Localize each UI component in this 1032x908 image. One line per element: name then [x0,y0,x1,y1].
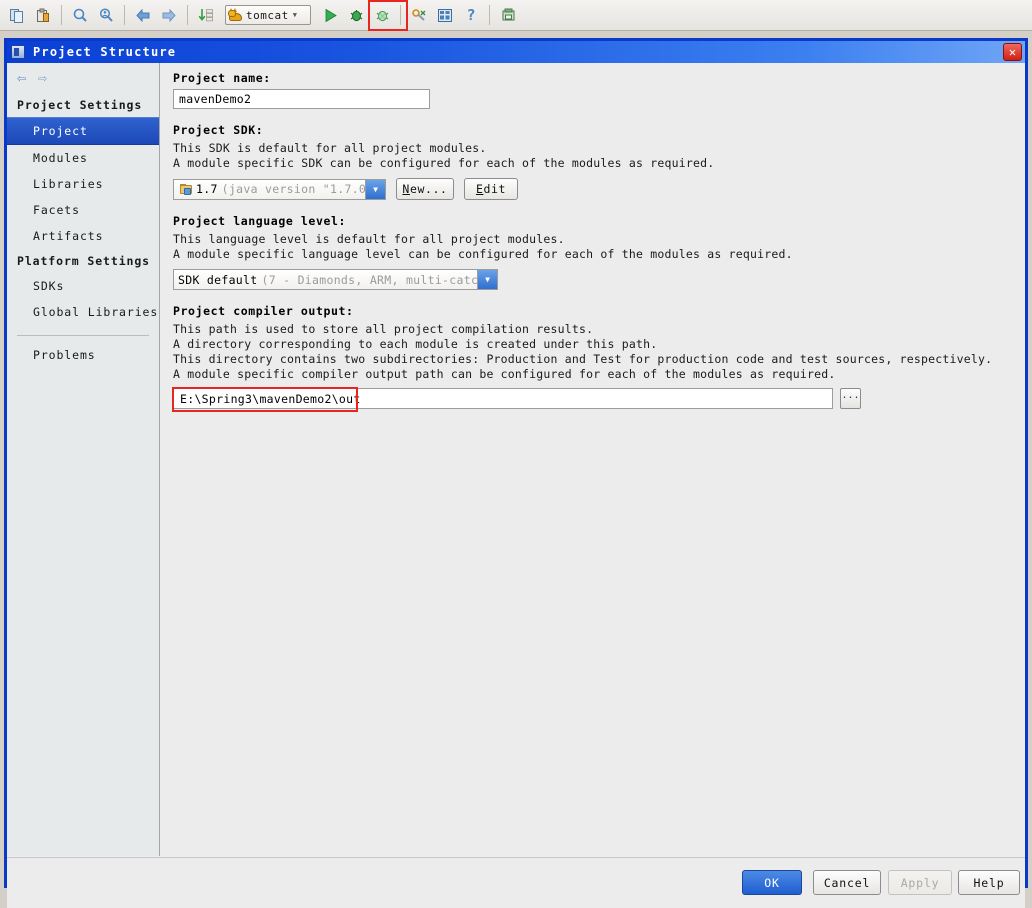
dialog-button-bar: OK Cancel Apply Help [7,857,1025,908]
sdk-edit-button[interactable]: Edit [464,178,518,200]
sort-icon [198,8,213,21]
find-usages-icon [99,7,113,22]
language-level-desc-line-2: A module specific language level can be … [173,247,793,261]
run-configuration-label: tomcat [246,8,289,22]
project-name-label: Project name: [173,71,271,85]
settings-button[interactable] [495,3,521,28]
compiler-output-label: Project compiler output: [173,304,354,318]
dialog-body: ⇦ ⇨ Project Settings Project Modules Lib… [7,63,1025,908]
sdk-edit-button-label: dit [483,182,507,196]
debug-button[interactable] [343,3,369,28]
navigate-forward-icon [162,8,176,22]
compiler-output-path-value: E:\Spring3\mavenDemo2\out [180,391,361,406]
run-button[interactable] [317,3,343,28]
coverage-icon [376,10,388,21]
project-structure-button[interactable] [432,3,458,28]
find-button[interactable] [67,3,93,28]
settings-gear-icon [502,8,514,20]
project-sdk-value: 1.7 [196,182,218,196]
project-settings-panel: Project name: mavenDemo2 Project SDK: Th… [161,63,1025,856]
compiler-output-desc-line-4: A module specific compiler output path c… [173,367,836,381]
sidebar-item-project[interactable]: Project [7,117,159,145]
compiler-output-desc-line-3: This directory contains two subdirectori… [173,352,993,366]
toolbar-separator [489,5,490,25]
debug-icon [350,9,362,21]
sidebar-item-global-libraries[interactable]: Global Libraries [7,299,159,325]
attach-profiler-icon [411,8,425,21]
dialog-app-icon [11,45,25,59]
project-name-input[interactable]: mavenDemo2 [173,89,430,109]
language-level-desc-line-1: This language level is default for all p… [173,232,565,246]
project-structure-icon [438,8,452,22]
navigate-forward-button[interactable] [156,3,182,28]
sidebar-item-sdks[interactable]: SDKs [7,273,159,299]
compiler-output-browse-button[interactable]: ... [840,388,861,409]
sidebar-item-facets[interactable]: Facets [7,197,159,223]
language-level-value: SDK default [178,272,258,287]
coverage-button[interactable] [369,3,395,28]
apply-button: Apply [888,870,952,895]
copy-button[interactable] [4,3,30,28]
language-level-dropdown-arrow-icon[interactable]: ▼ [477,270,497,289]
sidebar-item-problems[interactable]: Problems [7,342,159,368]
project-sdk-desc-line-1: This SDK is default for all project modu… [173,141,487,155]
project-sdk-dropdown-arrow-icon[interactable]: ▼ [365,179,385,199]
project-sdk-label: Project SDK: [173,123,264,137]
sidebar-forward-icon[interactable]: ⇨ [38,70,47,86]
sidebar-item-artifacts[interactable]: Artifacts [7,223,159,249]
paste-icon [36,8,49,22]
navigate-back-icon [136,8,150,22]
sidebar-group-project-settings: Project Settings [17,98,143,112]
ok-button[interactable]: OK [742,870,802,895]
run-configuration-selector[interactable]: tomcat ▼ [225,5,311,25]
language-level-detail: (7 - Diamonds, ARM, multi-catch etc.) [261,272,477,287]
compiler-output-path-input[interactable]: E:\Spring3\mavenDemo2\out [172,387,833,412]
close-icon[interactable]: ✕ [1003,43,1022,61]
navigate-back-button[interactable] [130,3,156,28]
main-toolbar: tomcat ▼ ? [0,0,1032,31]
sdk-edit-button-mnemonic: E [475,182,484,196]
toolbar-separator [124,5,125,25]
paste-button[interactable] [30,3,56,28]
toolbar-separator [61,5,62,25]
chevron-down-icon: ▼ [292,11,297,19]
dialog-title: Project Structure [33,45,177,59]
sdk-folder-icon [180,183,193,195]
help-question-icon: ? [466,5,476,24]
sidebar-item-modules[interactable]: Modules [7,145,159,171]
project-sdk-desc-line-2: A module specific SDK can be configured … [173,156,715,170]
sidebar-item-libraries[interactable]: Libraries [7,171,159,197]
sidebar-nav-arrows: ⇦ ⇨ [7,63,159,93]
sidebar-back-icon[interactable]: ⇦ [17,70,26,86]
find-usages-button[interactable] [93,3,119,28]
language-level-label: Project language level: [173,214,347,228]
sidebar-group-platform-settings: Platform Settings [17,254,151,268]
help-button-toolbar[interactable]: ? [458,3,484,28]
sort-button[interactable] [193,3,219,28]
find-icon [73,8,87,22]
settings-sidebar: ⇦ ⇨ Project Settings Project Modules Lib… [7,63,160,856]
language-level-combo[interactable]: SDK default (7 - Diamonds, ARM, multi-ca… [173,269,498,290]
copy-icon [9,8,23,23]
run-icon [325,8,337,22]
toolbar-separator [187,5,188,25]
project-sdk-version: (java version "1.7.0_55") [221,182,365,196]
project-sdk-combo[interactable]: 1.7 (java version "1.7.0_55") ▼ [173,178,386,200]
tomcat-icon [228,7,243,22]
sdk-new-button-label: ew... [409,182,448,196]
toolbar-separator [400,5,401,25]
sdk-new-button[interactable]: New... [396,178,454,200]
dialog-titlebar: Project Structure ✕ [7,41,1025,63]
attach-profiler-button[interactable] [406,3,432,28]
compiler-output-desc-line-2: A directory corresponding to each module… [173,337,658,351]
project-structure-dialog: Project Structure ✕ ⇦ ⇨ Project Settings… [4,38,1028,908]
help-button[interactable]: Help [958,870,1020,895]
cancel-button[interactable]: Cancel [813,870,881,895]
compiler-output-desc-line-1: This path is used to store all project c… [173,322,594,336]
compiler-output-row: E:\Spring3\mavenDemo2\out ... [172,387,1013,412]
sdk-new-button-mnemonic: N [402,182,410,196]
sidebar-divider [17,335,149,336]
